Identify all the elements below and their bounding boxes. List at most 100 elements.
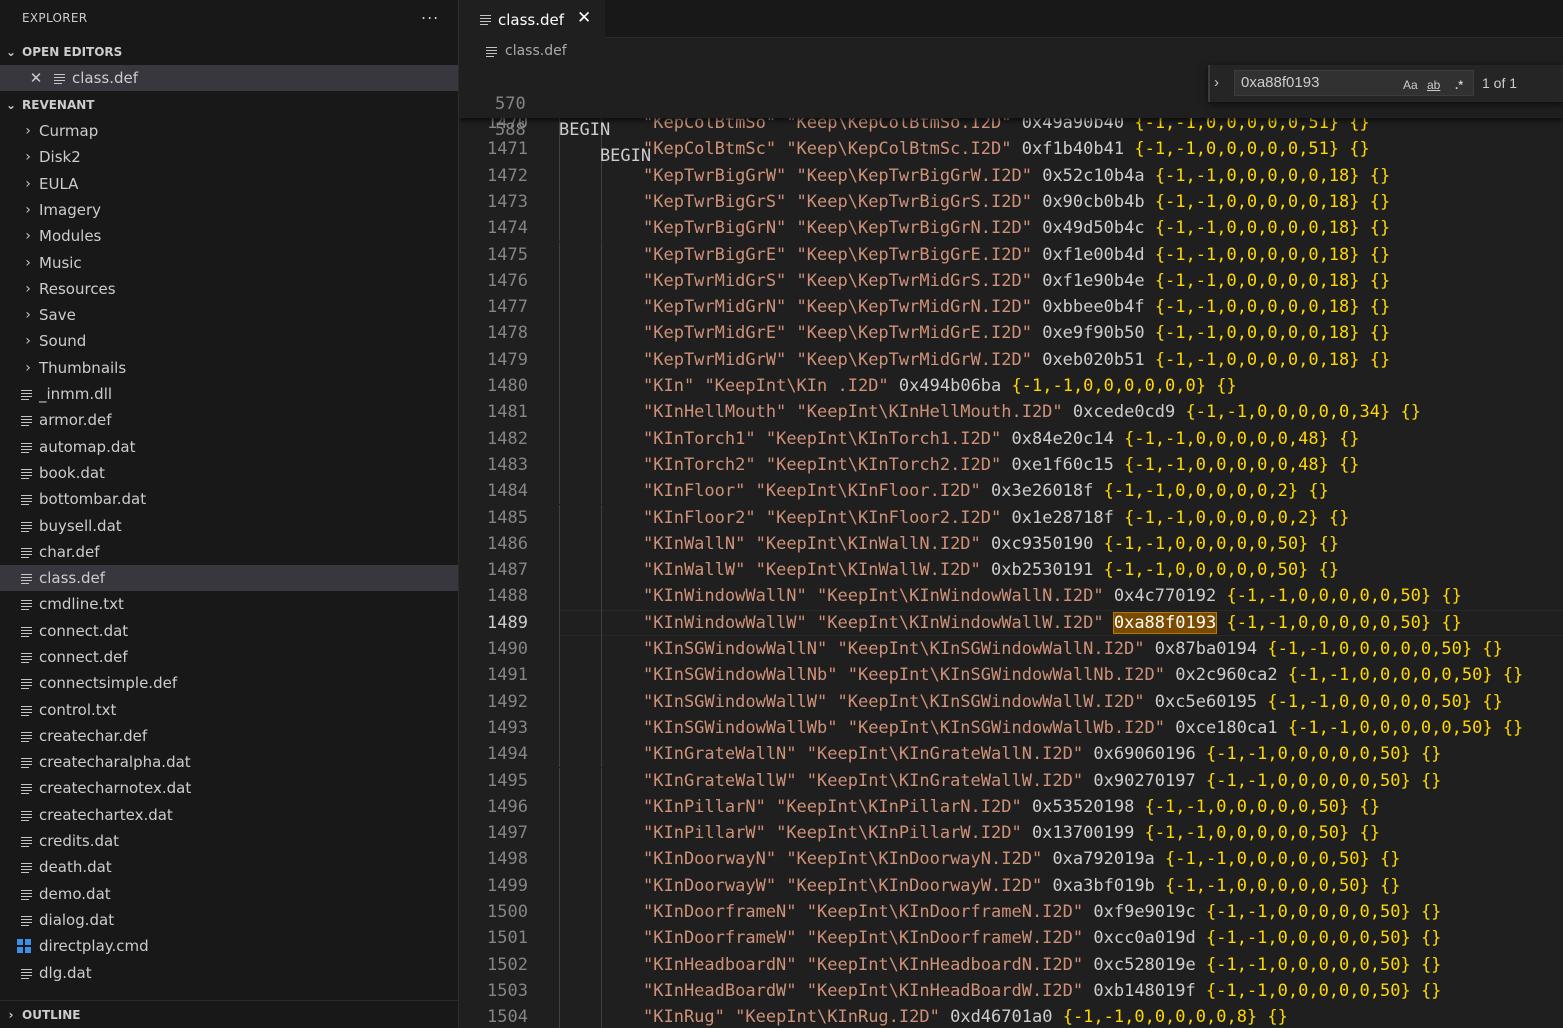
file-item[interactable]: _inmm.dll [0, 381, 458, 407]
code-line[interactable]: 1478 "KepTwrMidGrE" "Keep\KepTwrMidGrE.I2… [459, 320, 1563, 347]
open-editors-header[interactable]: ⌄ OPEN EDITORS [0, 41, 458, 63]
string-name: "KInDoorframeN" [643, 902, 797, 922]
code-line[interactable]: 1492 "KInSGWindowWallW" "KeepInt\KInSGWin… [459, 688, 1563, 715]
empty-braces: {} [1369, 165, 1391, 186]
string-path: "Keep\KepTwrMidGrN.I2D" [796, 297, 1032, 318]
line-text: "KIn" "KeepInt\KIn .I2D" 0x494b06ba {-1,… [643, 373, 1237, 399]
file-item[interactable]: control.txt [0, 697, 458, 723]
file-item[interactable]: bottombar.dat [0, 486, 458, 512]
folder-item[interactable]: › Modules [0, 223, 458, 249]
file-item[interactable]: buysell.dat [0, 513, 458, 539]
code-line[interactable]: 1487 "KInWallW" "KeepInt\KInWallW.I2D" 0x… [459, 557, 1563, 584]
file-item[interactable]: automap.dat [0, 434, 458, 460]
file-item[interactable]: connectsimple.def [0, 670, 458, 696]
code-line[interactable]: 1483 "KInTorch2" "KeepInt\KInTorch2.I2D" … [459, 451, 1563, 479]
value-list: {-1,-1,0,0,0,0,0,50} [1103, 533, 1309, 554]
folder-item[interactable]: › Sound [0, 328, 458, 354]
code-line[interactable]: 1477 "KepTwrMidGrN" "Keep\KepTwrMidGrN.I2… [459, 294, 1563, 321]
file-item[interactable]: createcharalpha.dat [0, 749, 458, 775]
close-icon[interactable]: ✕ [577, 8, 591, 28]
code-line[interactable]: 1501 "KInDoorframeW" "KeepInt\KInDoorfram… [459, 925, 1563, 952]
code-line[interactable]: 1500 "KInDoorframeN" "KeepInt\KInDoorfram… [459, 899, 1563, 926]
file-item[interactable]: connect.dat [0, 618, 458, 644]
find-query[interactable]: 0xa88f0193 [1241, 74, 1319, 91]
code-line[interactable]: 1494 "KInGrateWallN" "KeepInt\KInGrateWal… [459, 741, 1563, 768]
code-line[interactable]: 1475 "KepTwrBigGrE" "Keep\KepTwrBigGrE.I2… [459, 241, 1563, 268]
folder-item[interactable]: › Resources [0, 276, 458, 302]
code-line[interactable]: 1495 "KInGrateWallW" "KeepInt\KInGrateWal… [459, 767, 1563, 794]
open-editor-item[interactable]: ✕ class.def [0, 65, 458, 91]
file-item[interactable]: directplay.cmd [0, 933, 458, 959]
file-item[interactable]: armor.def [0, 407, 458, 433]
line-number: 1476 [487, 270, 528, 291]
indent-guide [559, 294, 560, 321]
chevron-right-icon: › [25, 307, 31, 323]
folder-item[interactable]: › EULA [0, 171, 458, 197]
hex-value: 0xf1b40b41 [1021, 139, 1125, 160]
match-case-icon[interactable]: Aa [1403, 78, 1418, 92]
file-label: demo.dat [39, 885, 111, 903]
code-line[interactable]: 1504 "KInRug" "KeepInt\KInRug.I2D" 0xd467… [459, 1004, 1563, 1028]
code-line[interactable]: 1489 "KInWindowWallW" "KeepInt\KInWindowW… [459, 609, 1563, 637]
code-line[interactable]: 1493 "KInSGWindowWallWb" "KeepInt\KInSGWi… [459, 714, 1563, 742]
more-actions-icon[interactable]: ... [421, 4, 439, 23]
code-line[interactable]: 1496 "KInPillarN" "KeepInt\KInPillarN.I2D… [459, 793, 1563, 821]
breadcrumb[interactable]: class.def [459, 38, 567, 64]
tab-class-def[interactable]: class.def ✕ [459, 0, 605, 38]
code-line[interactable]: 1488 "KInWindowWallN" "KeepInt\KInWindowW… [459, 583, 1563, 610]
regex-icon[interactable]: .* [1455, 78, 1463, 92]
code-line[interactable]: 1497 "KInPillarW" "KeepInt\KInPillarW.I2D… [459, 820, 1563, 847]
folder-item[interactable]: › Music [0, 250, 458, 276]
close-icon[interactable]: ✕ [28, 69, 44, 87]
code-line[interactable]: 1484 "KInFloor" "KeepInt\KInFloor.I2D" 0x… [459, 478, 1563, 505]
file-item[interactable]: connect.def [0, 644, 458, 670]
code-line[interactable]: 1499 "KInDoorwayW" "KeepInt\KInDoorwayW.I… [459, 872, 1563, 899]
code-line[interactable]: 1486 "KInWallN" "KeepInt\KInWallN.I2D" 0x… [459, 530, 1563, 558]
code-line[interactable]: 1476 "KepTwrMidGrS" "Keep\KepTwrMidGrS.I2… [459, 267, 1563, 295]
file-item[interactable]: createchartex.dat [0, 802, 458, 828]
file-label: dlg.dat [39, 964, 92, 982]
indent-guide [559, 846, 560, 873]
file-label: createchar.def [39, 727, 148, 745]
folder-item[interactable]: › Imagery [0, 197, 458, 223]
file-item[interactable]: createchar.def [0, 723, 458, 749]
file-item[interactable]: class.def [0, 565, 458, 591]
folder-item[interactable]: › Disk2 [0, 144, 458, 170]
code-line[interactable]: 1490 "KInSGWindowWallN" "KeepInt\KInSGWin… [459, 636, 1563, 663]
indent-guide [559, 373, 560, 400]
file-item[interactable]: createcharnotex.dat [0, 775, 458, 801]
line-text: "KInDoorwayN" "KeepInt\KInDoorwayN.I2D" … [643, 846, 1400, 872]
indent-guide [601, 609, 602, 636]
code-line[interactable]: 1481 "KInHellMouth" "KeepInt\KInHellMouth… [459, 399, 1563, 426]
whole-word-icon[interactable]: ab [1427, 78, 1440, 92]
file-item[interactable]: credits.dat [0, 828, 458, 854]
code-line[interactable]: 1502 "KInHeadboardN" "KeepInt\KInHeadboar… [459, 951, 1563, 978]
indent-guide [559, 872, 560, 899]
chevron-right-icon[interactable]: › [1214, 74, 1219, 91]
folder-item[interactable]: › Thumbnails [0, 355, 458, 381]
code-line[interactable]: 1479 "KepTwrMidGrW" "Keep\KepTwrMidGrW.I2… [459, 346, 1563, 373]
folder-item[interactable]: › Curmap [0, 118, 458, 144]
code-line[interactable]: 1473 "KepTwrBigGrS" "Keep\KepTwrBigGrS.I2… [459, 188, 1563, 216]
file-item[interactable]: death.dat [0, 854, 458, 880]
file-item[interactable]: book.dat [0, 460, 458, 486]
file-item[interactable]: demo.dat [0, 881, 458, 907]
code-line[interactable]: 1503 "KInHeadBoardW" "KeepInt\KInHeadBoar… [459, 977, 1563, 1005]
code-line[interactable]: 1482 "KInTorch1" "KeepInt\KInTorch1.I2D" … [459, 425, 1563, 452]
code-line[interactable]: 1485 "KInFloor2" "KeepInt\KInFloor2.I2D" … [459, 504, 1563, 531]
file-item[interactable]: dlg.dat [0, 960, 458, 986]
code-line[interactable]: 1480 "KIn" "KeepInt\KIn .I2D" 0x494b06ba … [459, 373, 1563, 400]
workspace-header[interactable]: ⌄ REVENANT [0, 94, 458, 116]
file-item[interactable]: cmdline.txt [0, 591, 458, 617]
file-item[interactable]: dialog.dat [0, 907, 458, 933]
chevron-right-icon: › [25, 281, 31, 297]
folder-item[interactable]: › Save [0, 302, 458, 328]
outline-header[interactable]: › OUTLINE [0, 1000, 458, 1028]
file-item[interactable]: char.def [0, 539, 458, 565]
code-line[interactable]: 1491 "KInSGWindowWallNb" "KeepInt\KInSGWi… [459, 662, 1563, 689]
line-number: 1481 [487, 402, 528, 423]
code-line[interactable]: 1498 "KInDoorwayN" "KeepInt\KInDoorwayN.I… [459, 846, 1563, 873]
find-input[interactable]: 0xa88f0193 Aa ab .* [1234, 70, 1474, 96]
code-line[interactable]: 1474 "KepTwrBigGrN" "Keep\KepTwrBigGrN.I2… [459, 215, 1563, 242]
file-lines-icon [21, 704, 32, 716]
